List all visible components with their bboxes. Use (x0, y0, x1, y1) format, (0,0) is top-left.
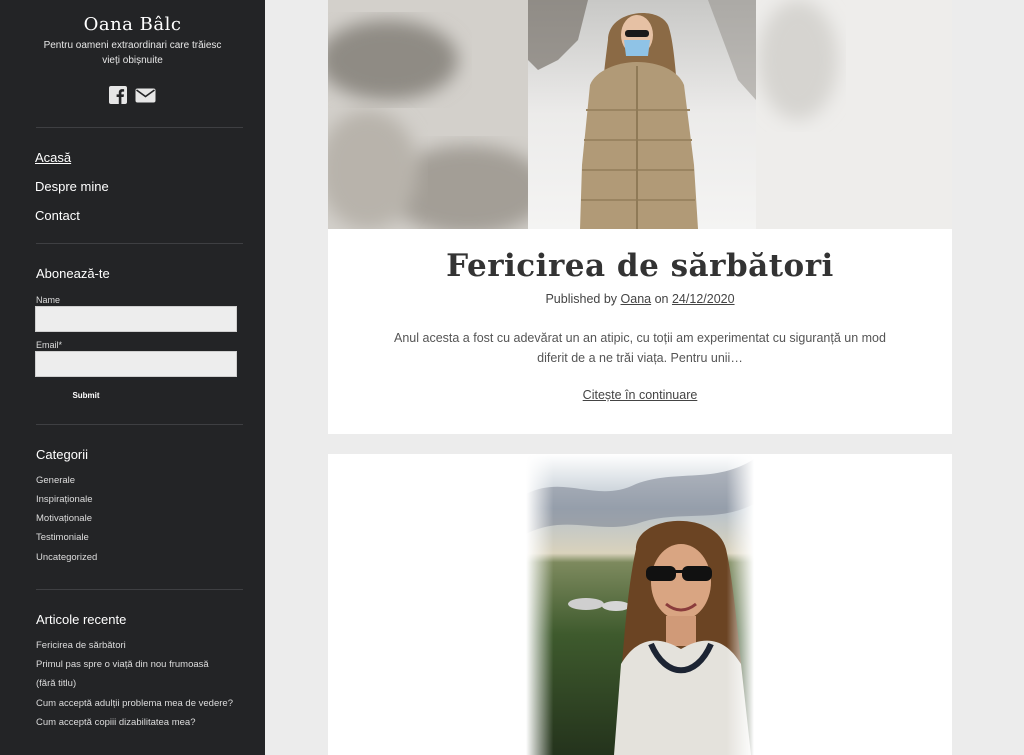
on-text: on (654, 292, 669, 306)
email-label: Email* (36, 340, 63, 350)
date-link[interactable]: 24/12/2020 (672, 292, 735, 306)
categories-title: Categorii (36, 447, 89, 462)
mail-icon[interactable] (135, 86, 156, 109)
sidebar: Oana Bâlc Pentru oameni extraordinari ca… (0, 0, 265, 755)
name-field[interactable] (35, 306, 237, 332)
post-meta: Published by Oana on 24/12/2020 (328, 292, 952, 306)
divider (36, 243, 243, 244)
recent-post-link[interactable]: Cum acceptă copiii dizabilitatea mea? (36, 717, 195, 728)
subscribe-title: Abonează-te (36, 266, 110, 281)
nav-item-acasa[interactable]: Acasă (35, 150, 71, 165)
recent-post-link[interactable]: (fără titlu) (36, 678, 76, 689)
divider (36, 589, 243, 590)
recent-posts-title: Articole recente (36, 612, 127, 627)
author-link[interactable]: Oana (621, 292, 652, 306)
post-excerpt: Anul acesta a fost cu adevărat un an ati… (394, 331, 886, 365)
nav-item-despre-mine[interactable]: Despre mine (35, 179, 109, 194)
post-card (328, 454, 952, 755)
category-link[interactable]: Inspiraționale (36, 494, 93, 505)
category-link[interactable]: Testimoniale (36, 532, 89, 543)
site-description: Pentru oameni extraordinari care trăiesc… (43, 40, 222, 66)
post-featured-image[interactable] (328, 0, 952, 229)
email-field[interactable] (35, 351, 237, 377)
post-featured-image[interactable] (526, 454, 754, 755)
recent-post-link[interactable]: Cum acceptă adulții problema mea de vede… (36, 698, 233, 709)
recent-post-link[interactable]: Fericirea de sărbători (36, 640, 126, 651)
post-title[interactable]: Fericirea de sărbători (328, 248, 952, 284)
site-title[interactable]: Oana Bâlc (0, 14, 265, 35)
published-by-text: Published by (545, 292, 618, 306)
recent-post-link[interactable]: Primul pas spre o viață din nou frumoasă (36, 659, 209, 670)
name-label: Name (36, 295, 61, 305)
post-card: Fericirea de sărbători Published by Oana… (328, 0, 952, 434)
submit-button[interactable]: Submit (66, 388, 106, 402)
category-link[interactable]: Motivaționale (36, 513, 92, 524)
read-more-link[interactable]: Citește în continuare (328, 388, 952, 402)
facebook-icon[interactable] (109, 86, 127, 109)
category-link[interactable]: Generale (36, 475, 75, 486)
social-links (0, 86, 265, 109)
divider (36, 127, 243, 128)
nav-item-contact[interactable]: Contact (35, 208, 80, 223)
category-link[interactable]: Uncategorized (36, 552, 97, 563)
divider (36, 424, 243, 425)
